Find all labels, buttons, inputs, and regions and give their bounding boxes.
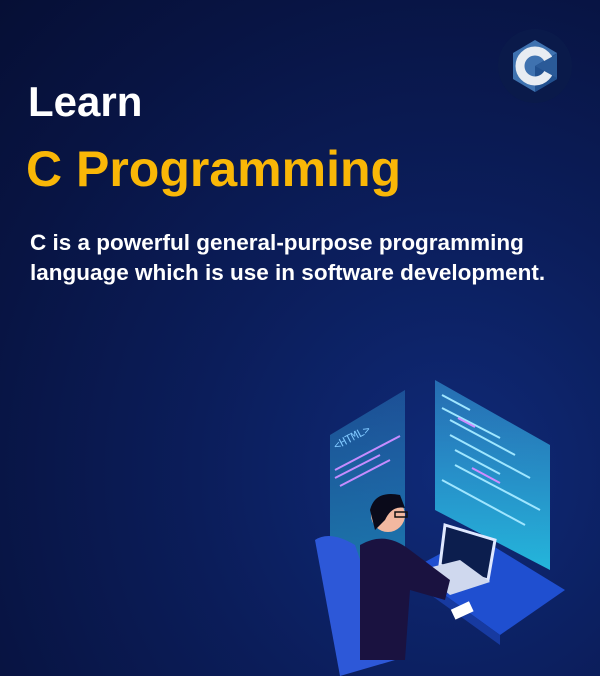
c-logo-icon: [498, 29, 572, 103]
title-c-programming: C Programming: [26, 141, 402, 197]
title-learn: Learn: [28, 78, 143, 125]
programmer-illustration: <HTML>: [315, 380, 565, 676]
description-line-2: language which is use in software develo…: [30, 260, 546, 285]
description: C is a powerful general-purpose programm…: [30, 228, 545, 288]
description-line-1: C is a powerful general-purpose programm…: [30, 230, 524, 255]
